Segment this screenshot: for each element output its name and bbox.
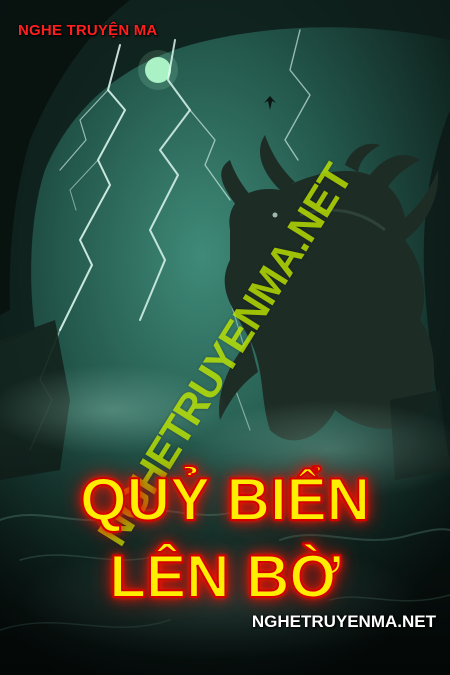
brand-bottom-label: NGHETRUYENMA.NET	[251, 612, 436, 631]
brand-top-label: NGHE TRUYỆN MA	[18, 22, 158, 39]
book-cover: NGHE TRUYỆN MA NGHETRUYENMA.NET QUỶ BIỂN…	[0, 0, 450, 675]
title-line-2: LÊN BỜ	[108, 543, 341, 610]
title-line-1: QUỶ BIỂN	[79, 466, 371, 533]
